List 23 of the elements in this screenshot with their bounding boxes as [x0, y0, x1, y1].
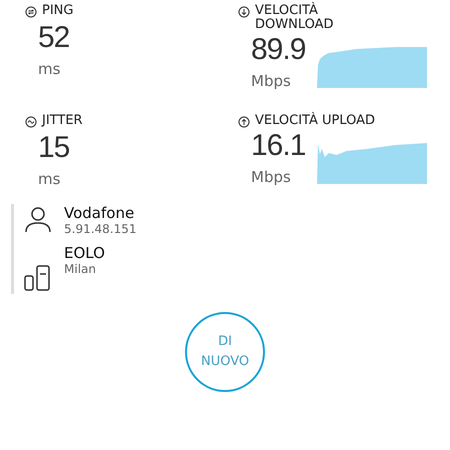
connection-detail: 5.91.48.151: [64, 222, 137, 236]
metric-unit: Mbps: [251, 72, 292, 90]
metric-unit: ms: [38, 170, 62, 188]
metric-icon: [238, 6, 250, 18]
metric-label: PING: [42, 4, 74, 18]
metric-label: VELOCITÀ UPLOAD: [255, 114, 376, 128]
metric-unit: Mbps: [251, 168, 292, 186]
metric-icon: [25, 6, 37, 18]
server-icon: [24, 264, 52, 292]
metric-icon: [25, 116, 37, 128]
metric-value: 52: [38, 20, 70, 56]
metric-label: JITTER: [42, 114, 84, 128]
metric-label: VELOCITÀ DOWNLOAD: [255, 4, 335, 32]
metric-unit: ms: [38, 60, 62, 78]
person-icon: [24, 206, 52, 234]
metric-value: 16.1: [251, 128, 306, 164]
metric-value: 89.9: [251, 32, 306, 68]
connection-name: Vodafone: [64, 204, 136, 222]
connection-name: EOLO: [64, 244, 105, 262]
metric-icon: [238, 116, 250, 128]
connection-detail: Milan: [64, 262, 97, 276]
again-button[interactable]: DI NUOVO: [185, 312, 265, 392]
metric-value: 15: [38, 130, 70, 166]
